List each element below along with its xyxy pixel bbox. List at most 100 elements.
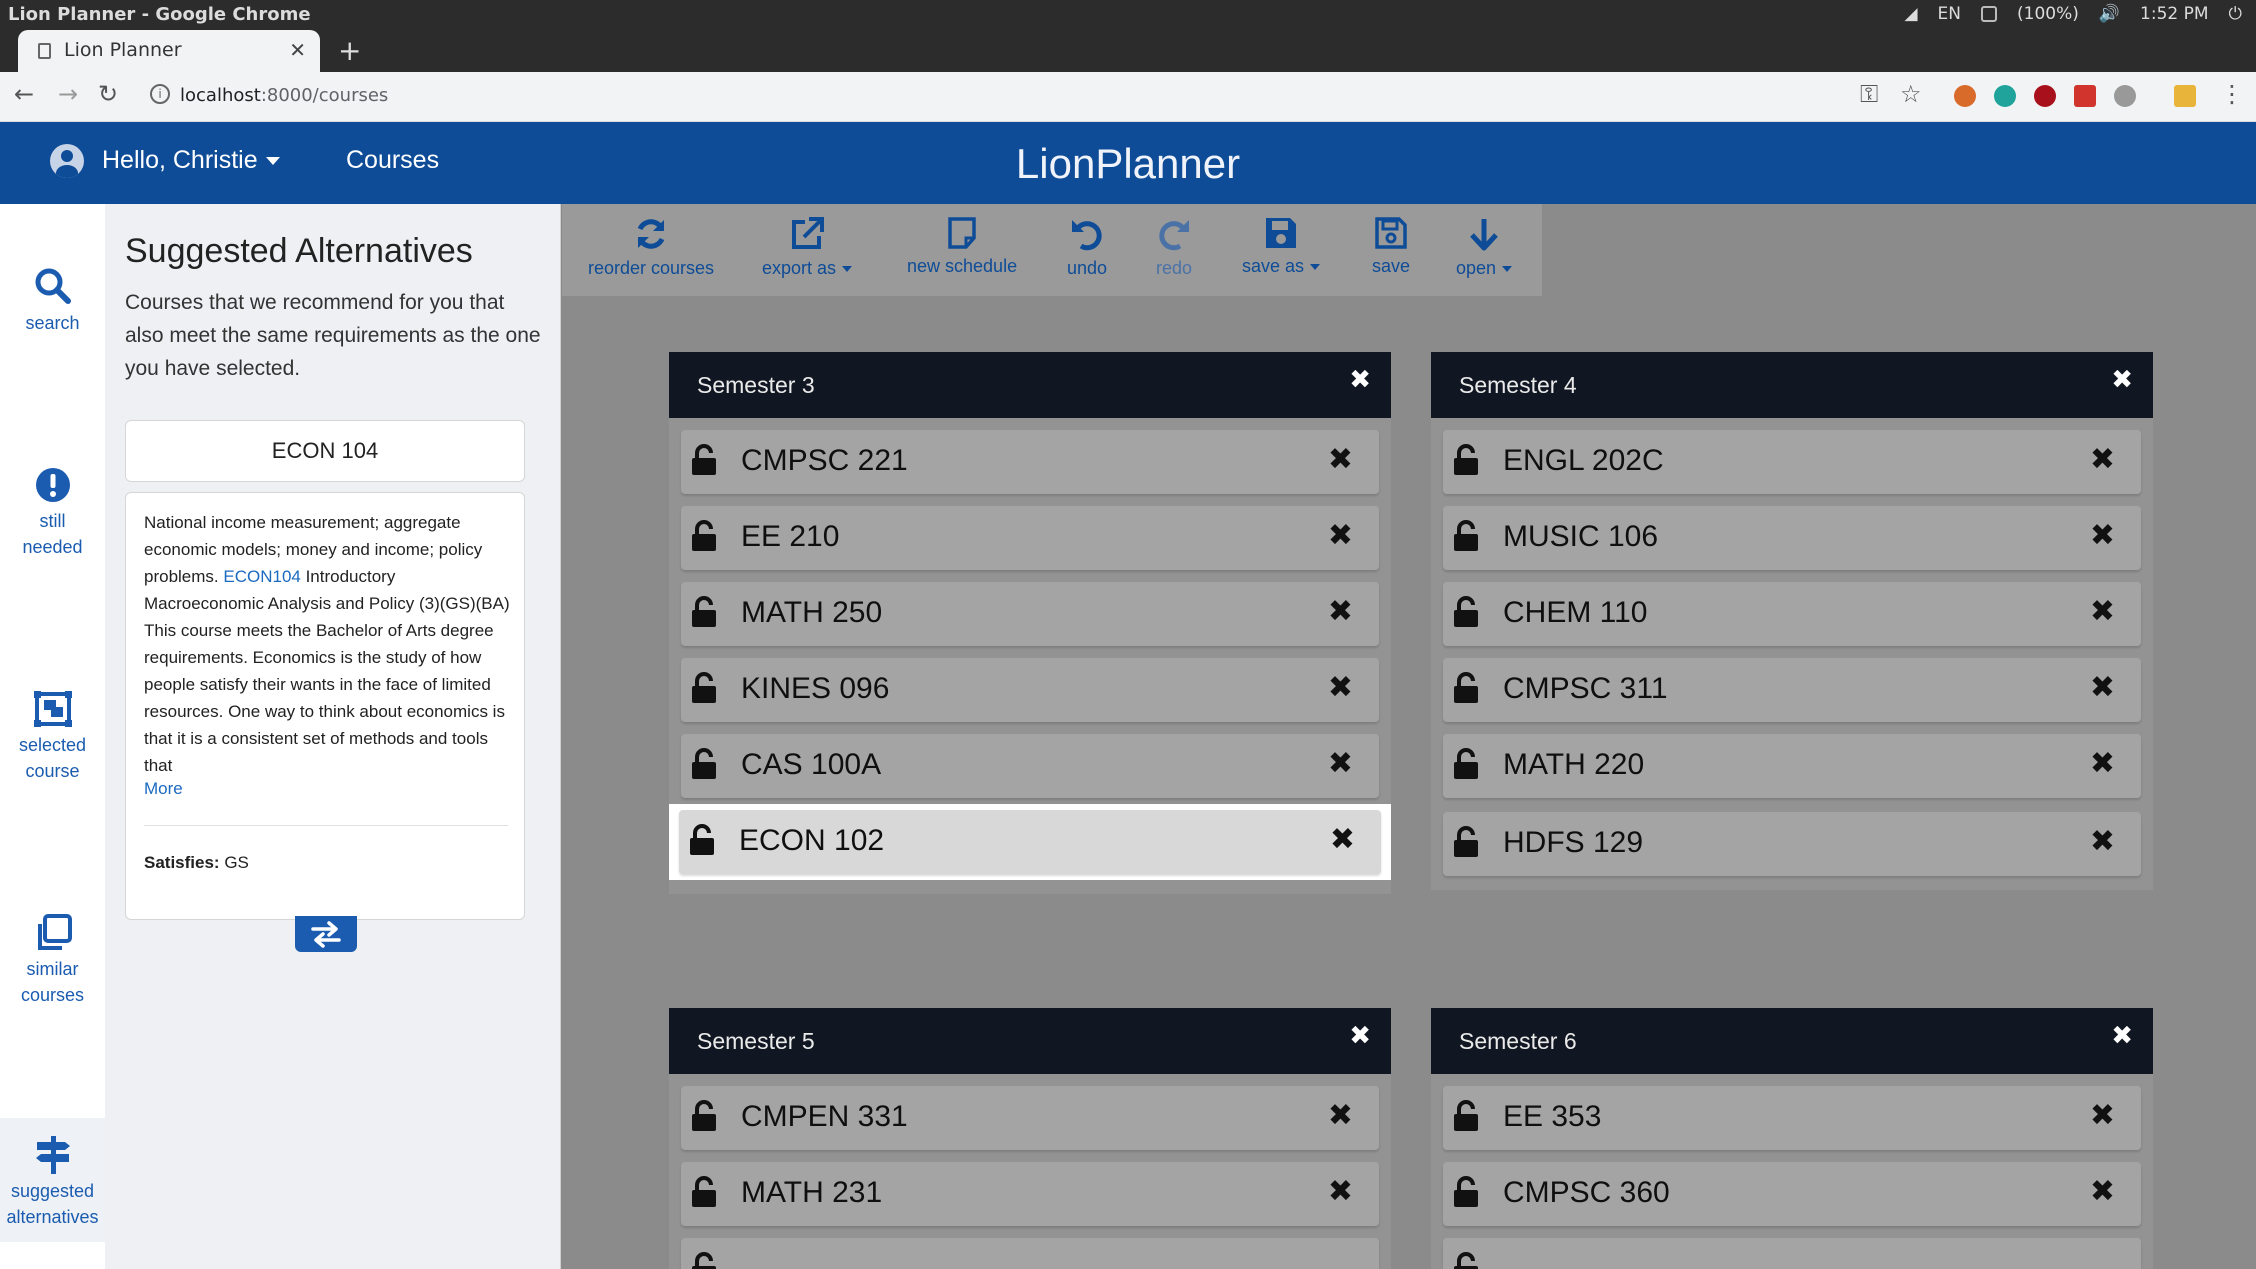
unlock-icon[interactable] xyxy=(1453,520,1479,556)
rail-still-needed[interactable]: still needed xyxy=(0,466,105,560)
gmail-icon[interactable] xyxy=(2174,85,2196,107)
course-item[interactable] xyxy=(681,1238,1379,1269)
remove-course-icon[interactable]: ✖ xyxy=(1328,518,1353,553)
remove-course-icon[interactable]: ✖ xyxy=(1328,1098,1353,1133)
forward-icon[interactable]: → xyxy=(58,80,78,108)
unlock-icon[interactable] xyxy=(691,748,717,784)
volume-icon[interactable]: 🔊 xyxy=(2099,4,2120,24)
new-tab-icon[interactable]: + xyxy=(338,34,361,67)
remove-course-icon[interactable]: ✖ xyxy=(2090,670,2115,705)
course-item[interactable]: EE 210 ✖ xyxy=(681,506,1379,570)
remove-semester-icon[interactable]: ✖ xyxy=(2111,364,2133,395)
unlock-icon[interactable] xyxy=(691,1252,717,1269)
os-top-bar: Lion Planner - Google Chrome ◢ EN (100%)… xyxy=(0,0,2256,30)
remove-course-icon[interactable]: ✖ xyxy=(1328,746,1353,781)
rail-search[interactable]: search xyxy=(0,266,105,336)
remove-semester-icon[interactable]: ✖ xyxy=(1349,364,1371,395)
reorder-courses-button[interactable]: reorder courses xyxy=(588,216,714,279)
rail-suggested-alternatives[interactable]: suggested alternatives xyxy=(0,1118,105,1242)
remove-course-icon[interactable]: ✖ xyxy=(2090,1174,2115,1209)
remove-course-icon[interactable]: ✖ xyxy=(2090,746,2115,781)
remove-course-icon[interactable]: ✖ xyxy=(2090,824,2115,859)
remove-course-icon[interactable]: ✖ xyxy=(2090,442,2115,477)
remove-course-icon[interactable]: ✖ xyxy=(1328,442,1353,477)
course-item[interactable]: CHEM 110 ✖ xyxy=(1443,582,2141,646)
course-item[interactable] xyxy=(1443,1238,2141,1269)
menu-icon[interactable]: ⋮ xyxy=(2220,80,2244,108)
save-button[interactable]: save xyxy=(1372,216,1410,277)
unlock-icon[interactable] xyxy=(1453,444,1479,480)
course-item[interactable]: CAS 100A ✖ xyxy=(681,734,1379,798)
course-item-selected[interactable]: ECON 102 ✖ xyxy=(679,810,1381,874)
unlock-icon[interactable] xyxy=(1453,748,1479,784)
clock[interactable]: 1:52 PM xyxy=(2140,4,2209,24)
browser-tab[interactable]: Lion Planner ✕ xyxy=(18,30,320,72)
more-link[interactable]: More xyxy=(144,779,183,799)
remove-course-icon[interactable]: ✖ xyxy=(1330,822,1355,857)
remove-course-icon[interactable]: ✖ xyxy=(2090,1098,2115,1133)
remove-semester-icon[interactable]: ✖ xyxy=(2111,1020,2133,1051)
open-button[interactable]: open xyxy=(1456,216,1513,279)
extension-icon[interactable] xyxy=(2114,85,2136,107)
ublock-icon[interactable] xyxy=(2034,85,2056,107)
remove-course-icon[interactable]: ✖ xyxy=(1328,1174,1353,1209)
unlock-icon[interactable] xyxy=(691,1100,717,1136)
remove-course-icon[interactable]: ✖ xyxy=(1328,594,1353,629)
site-info-icon[interactable]: i xyxy=(150,84,170,104)
unlock-icon[interactable] xyxy=(1453,1252,1479,1269)
power-icon[interactable]: ⏻ xyxy=(2229,4,2242,24)
course-item[interactable]: MATH 231 ✖ xyxy=(681,1162,1379,1226)
course-item[interactable]: MATH 220 ✖ xyxy=(1443,734,2141,798)
language-indicator[interactable]: EN xyxy=(1938,4,1961,24)
course-item[interactable]: CMPSC 311 ✖ xyxy=(1443,658,2141,722)
unlock-icon[interactable] xyxy=(1453,596,1479,632)
key-icon[interactable]: ⚿ xyxy=(1860,80,1878,108)
save-as-button[interactable]: save as xyxy=(1242,216,1321,277)
unlock-icon[interactable] xyxy=(1453,1176,1479,1212)
swap-course-button[interactable] xyxy=(295,916,357,952)
export-as-button[interactable]: export as xyxy=(762,216,853,279)
reload-icon[interactable]: ↻ xyxy=(98,80,118,108)
course-link[interactable]: ECON104 xyxy=(223,567,300,586)
course-code: CHEM 110 xyxy=(1503,596,1648,629)
course-item[interactable]: MUSIC 106 ✖ xyxy=(1443,506,2141,570)
close-tab-icon[interactable]: ✕ xyxy=(289,38,306,62)
remove-semester-icon[interactable]: ✖ xyxy=(1349,1020,1371,1051)
remove-course-icon[interactable]: ✖ xyxy=(1328,670,1353,705)
course-item[interactable]: ENGL 202C ✖ xyxy=(1443,430,2141,494)
rail-label: search xyxy=(25,313,80,333)
new-schedule-button[interactable]: new schedule xyxy=(907,216,1017,277)
unlock-icon[interactable] xyxy=(691,672,717,708)
unlock-icon[interactable] xyxy=(691,444,717,480)
unlock-icon[interactable] xyxy=(1453,826,1479,862)
rail-selected-course[interactable]: selected course xyxy=(0,690,105,784)
unlock-icon[interactable] xyxy=(691,520,717,556)
course-item[interactable]: CMPSC 221 ✖ xyxy=(681,430,1379,494)
wifi-icon[interactable]: ◢ xyxy=(1904,4,1917,24)
course-item[interactable]: MATH 250 ✖ xyxy=(681,582,1379,646)
battery-icon[interactable] xyxy=(1981,6,1997,22)
redo-button[interactable]: redo xyxy=(1156,216,1192,279)
extension-icon[interactable] xyxy=(2074,85,2096,107)
course-item[interactable]: CMPSC 360 ✖ xyxy=(1443,1162,2141,1226)
unlock-icon[interactable] xyxy=(691,596,717,632)
address-bar[interactable]: localhost:8000/courses xyxy=(180,85,388,106)
undo-button[interactable]: undo xyxy=(1067,216,1107,279)
unlock-icon[interactable] xyxy=(1453,1100,1479,1136)
bookmark-star-icon[interactable]: ☆ xyxy=(1900,80,1922,108)
back-icon[interactable]: ← xyxy=(14,80,34,108)
extension-icon[interactable] xyxy=(1994,85,2016,107)
alternative-course-code[interactable]: ECON 104 xyxy=(125,420,525,482)
remove-course-icon[interactable]: ✖ xyxy=(2090,594,2115,629)
course-item[interactable]: HDFS 129 ✖ xyxy=(1443,812,2141,876)
course-code: KINES 096 xyxy=(741,672,890,705)
rail-similar-courses[interactable]: similar courses xyxy=(0,914,105,1008)
unlock-icon[interactable] xyxy=(1453,672,1479,708)
remove-course-icon[interactable]: ✖ xyxy=(2090,518,2115,553)
unlock-icon[interactable] xyxy=(689,824,715,860)
course-item[interactable]: CMPEN 331 ✖ xyxy=(681,1086,1379,1150)
extension-icon[interactable] xyxy=(1954,85,1976,107)
course-item[interactable]: EE 353 ✖ xyxy=(1443,1086,2141,1150)
course-item[interactable]: KINES 096 ✖ xyxy=(681,658,1379,722)
unlock-icon[interactable] xyxy=(691,1176,717,1212)
